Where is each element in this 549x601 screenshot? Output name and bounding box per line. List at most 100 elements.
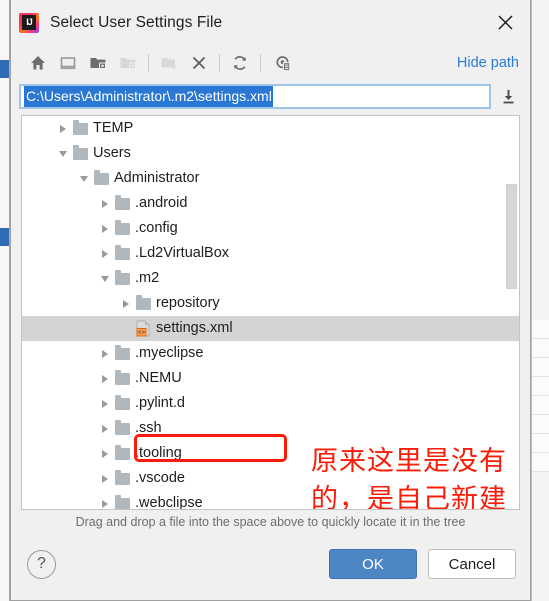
chevron-right-icon[interactable] [97, 391, 113, 416]
tree-row-label: .vscode [135, 470, 185, 486]
tree-row-label: .myeclipse [135, 345, 204, 361]
tree-row-label: .Ld2VirtualBox [135, 245, 230, 261]
tree-row[interactable]: .myeclipse [22, 341, 519, 366]
tree-row[interactable]: .Ld2VirtualBox [22, 241, 519, 266]
ok-button[interactable]: OK [329, 549, 417, 579]
folder-icon [113, 241, 131, 266]
background-row [532, 358, 549, 377]
chevron-right-icon[interactable] [55, 116, 71, 141]
background-accent-1 [0, 60, 9, 78]
chevron-right-icon[interactable] [97, 466, 113, 491]
tree-row-label: Users [93, 145, 131, 161]
chevron-right-icon[interactable] [97, 216, 113, 241]
tree-row[interactable]: .android [22, 191, 519, 216]
tree-row[interactable]: .ssh [22, 416, 519, 441]
module-folder-icon [113, 50, 143, 76]
tree-row[interactable]: .config [22, 216, 519, 241]
tree-row[interactable]: .NEMU [22, 366, 519, 391]
chevron-right-icon[interactable] [118, 291, 134, 316]
help-button[interactable]: ? [27, 549, 56, 579]
folder-icon [113, 266, 131, 291]
background-left-strip [0, 0, 10, 601]
background-row [532, 434, 549, 453]
folder-icon [113, 191, 131, 216]
background-row [532, 377, 549, 396]
path-input[interactable]: C:\Users\Administrator\.m2\settings.xml [19, 83, 491, 109]
tree-row-label: .NEMU [135, 370, 182, 386]
dialog-button-bar: ? OK Cancel [11, 534, 530, 600]
chevron-right-icon[interactable] [97, 491, 113, 509]
tree-row-label: Administrator [114, 170, 200, 186]
background-row [532, 396, 549, 415]
tree-row[interactable]: .pylint.d [22, 391, 519, 416]
chevron-right-icon[interactable] [97, 416, 113, 441]
desktop-icon[interactable] [53, 50, 83, 76]
home-icon[interactable] [23, 50, 53, 76]
folder-icon [71, 116, 89, 141]
chevron-down-icon[interactable] [55, 141, 71, 166]
folder-icon [92, 166, 110, 191]
tree-row[interactable]: Administrator [22, 166, 519, 191]
xml-file-icon: <> [134, 316, 152, 341]
refresh-icon[interactable] [225, 50, 255, 76]
folder-icon [113, 366, 131, 391]
tree-row[interactable]: .vscode [22, 466, 519, 491]
folder-icon [113, 416, 131, 441]
tree-row-label: .pylint.d [135, 395, 185, 411]
tree-row-label: TEMP [93, 120, 134, 136]
tree-row-label: .m2 [135, 270, 160, 286]
svg-text:<>: <> [138, 329, 146, 336]
tree-row[interactable]: <> settings.xml [22, 316, 519, 341]
dialog-titlebar: Select User Settings File [11, 0, 530, 46]
download-arrow-icon[interactable] [494, 84, 522, 109]
chevron-right-icon[interactable] [97, 191, 113, 216]
folder-icon [113, 341, 131, 366]
show-hidden-files-icon[interactable] [266, 50, 296, 76]
background-row [532, 453, 549, 472]
tree-row[interactable]: .m2 [22, 266, 519, 291]
tree-row-label: .config [135, 220, 178, 236]
hide-path-link[interactable]: Hide path [457, 55, 519, 71]
tree-row-label: .webclipse [135, 495, 203, 509]
close-icon[interactable] [488, 5, 522, 39]
toolbar-separator [219, 54, 220, 72]
chevron-down-icon[interactable] [97, 266, 113, 291]
background-row [532, 320, 549, 339]
tree-row-label: .ssh [135, 420, 162, 436]
toolbar-separator [148, 54, 149, 72]
background-row [532, 339, 549, 358]
path-input-value: C:\Users\Administrator\.m2\settings.xml [24, 85, 273, 107]
tree-row-label: .android [135, 195, 188, 211]
folder-icon [71, 141, 89, 166]
tree-row[interactable]: .webclipse [22, 491, 519, 509]
folder-icon [113, 441, 131, 466]
cancel-button[interactable]: Cancel [428, 549, 516, 579]
project-folder-icon[interactable] [83, 50, 113, 76]
chevron-down-icon[interactable] [76, 166, 92, 191]
chevron-right-icon[interactable] [97, 441, 113, 466]
tree-row[interactable]: repository [22, 291, 519, 316]
chevron-right-icon[interactable] [97, 241, 113, 266]
file-tree-panel[interactable]: TEMP Users Administrator .android .config .Ld… [21, 115, 520, 510]
background-right-panel [531, 0, 549, 601]
tree-row-label: repository [156, 295, 220, 311]
tree-row-label: .tooling [135, 445, 182, 461]
chevron-right-icon[interactable] [97, 366, 113, 391]
tree-row[interactable]: Users [22, 141, 519, 166]
folder-icon [113, 391, 131, 416]
tree-row[interactable]: .tooling [22, 441, 519, 466]
folder-icon [113, 216, 131, 241]
chevron-right-icon[interactable] [97, 341, 113, 366]
path-bar: C:\Users\Administrator\.m2\settings.xml [11, 80, 530, 112]
drag-drop-hint: Drag and drop a file into the space abov… [75, 515, 466, 529]
file-tree[interactable]: TEMP Users Administrator .android .config .Ld… [22, 116, 519, 509]
dialog-title: Select User Settings File [50, 14, 223, 31]
folder-icon [134, 291, 152, 316]
tree-row[interactable]: TEMP [22, 116, 519, 141]
folder-icon [113, 466, 131, 491]
select-user-settings-file-dialog: Select User Settings File [10, 0, 531, 601]
delete-icon[interactable] [184, 50, 214, 76]
tree-vertical-scrollbar[interactable] [506, 184, 517, 289]
intellij-idea-logo-icon [19, 13, 39, 33]
